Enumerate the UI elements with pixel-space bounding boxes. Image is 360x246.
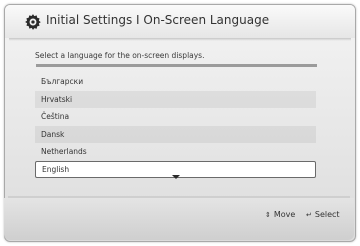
- language-list: Български Hrvatski Čeština Dansk Netherl…: [35, 73, 316, 178]
- up-down-arrows-icon: ⇕: [265, 211, 271, 219]
- select-hint: ↵ Select: [306, 210, 340, 219]
- footer-bar: [4, 198, 354, 240]
- page-title: Initial Settings I On-Screen Language: [46, 13, 270, 27]
- title-bar: Initial Settings I On-Screen Language: [5, 5, 355, 38]
- scroll-down-icon[interactable]: [172, 175, 180, 179]
- language-item-croatian[interactable]: Hrvatski: [35, 90, 316, 108]
- move-hint: ⇕ Move: [265, 210, 295, 219]
- footer-divider: [8, 196, 350, 198]
- language-item-netherlands[interactable]: Netherlands: [35, 143, 316, 161]
- move-label: Move: [273, 210, 296, 219]
- language-item-czech[interactable]: Čeština: [35, 108, 316, 126]
- gear-icon: [25, 14, 41, 30]
- select-label: Select: [314, 210, 340, 219]
- instruction-text: Select a language for the on-screen disp…: [35, 51, 205, 60]
- enter-icon: ↵: [306, 211, 312, 219]
- title-divider: [9, 38, 351, 41]
- instruction-divider: [36, 64, 317, 67]
- language-item-bulgarian[interactable]: Български: [35, 73, 316, 91]
- language-item-danish[interactable]: Dansk: [35, 125, 316, 143]
